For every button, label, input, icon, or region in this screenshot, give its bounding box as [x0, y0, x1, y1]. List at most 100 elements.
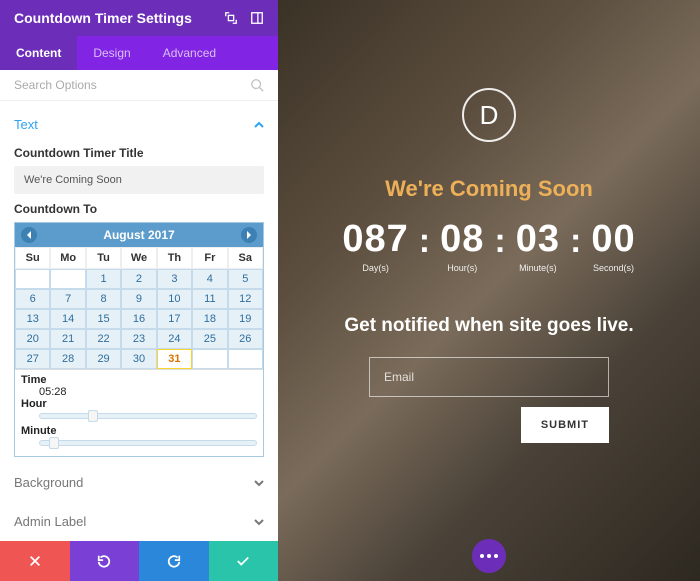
minute-label: Minute: [21, 425, 257, 437]
calendar-day[interactable]: 4: [192, 269, 227, 289]
calendar-day-header: Sa: [228, 247, 263, 269]
logo: D: [462, 88, 516, 142]
section-admin-label: Admin Label: [14, 514, 86, 529]
section-admin-header[interactable]: Admin Label: [14, 508, 264, 535]
calendar-day-header: Mo: [50, 247, 85, 269]
calendar-day[interactable]: 28: [50, 349, 85, 369]
calendar-day[interactable]: 10: [157, 289, 192, 309]
preview-pane: D We're Coming Soon 087Day(s) : 08Hour(s…: [278, 0, 700, 581]
calendar-day-header: Th: [157, 247, 192, 269]
chevron-up-icon: [254, 120, 264, 130]
calendar-day[interactable]: 16: [121, 309, 156, 329]
countdown: 087Day(s) : 08Hour(s) : 03Minute(s) : 00…: [342, 218, 635, 273]
countdown-minutes: 03Minute(s): [516, 218, 560, 273]
calendar-day[interactable]: 17: [157, 309, 192, 329]
calendar-day[interactable]: 24: [157, 329, 192, 349]
search-row: [0, 70, 278, 101]
calendar-day[interactable]: 18: [192, 309, 227, 329]
time-block: Time 05:28 Hour Minute: [15, 369, 263, 456]
calendar-day-prev: [50, 269, 85, 289]
countdown-seconds: 00Second(s): [591, 218, 635, 273]
calendar-day[interactable]: 19: [228, 309, 263, 329]
calendar-day[interactable]: 26: [228, 329, 263, 349]
search-input[interactable]: [14, 78, 250, 92]
undo-button[interactable]: [70, 541, 140, 581]
calendar-day-header: We: [121, 247, 156, 269]
calendar-day-header: Su: [15, 247, 50, 269]
calendar-prev-button[interactable]: [21, 227, 37, 243]
calendar-day[interactable]: 3: [157, 269, 192, 289]
calendar-day[interactable]: 31: [157, 349, 192, 369]
calendar-day[interactable]: 6: [15, 289, 50, 309]
calendar-day[interactable]: 9: [121, 289, 156, 309]
notify-text: Get notified when site goes live.: [344, 315, 633, 337]
hour-label: Hour: [21, 398, 257, 410]
cancel-button[interactable]: [0, 541, 70, 581]
calendar-day[interactable]: 8: [86, 289, 121, 309]
countdown-sep: :: [570, 218, 581, 261]
hour-slider[interactable]: [39, 413, 257, 419]
calendar-day-header: Tu: [86, 247, 121, 269]
calendar-next-button[interactable]: [241, 227, 257, 243]
chevron-down-icon: [254, 478, 264, 488]
calendar-day[interactable]: 12: [228, 289, 263, 309]
calendar-day-next: [228, 349, 263, 369]
calendar-day-prev: [15, 269, 50, 289]
dock-icon[interactable]: [250, 11, 264, 25]
countdown-sep: :: [494, 218, 505, 261]
panel-header: Countdown Timer Settings: [0, 0, 278, 36]
calendar-day[interactable]: 1: [86, 269, 121, 289]
calendar-day[interactable]: 2: [121, 269, 156, 289]
panel-content: Text Countdown Timer Title Countdown To …: [0, 101, 278, 541]
countdown-sep: :: [419, 218, 430, 261]
section-text-label: Text: [14, 117, 38, 132]
settings-panel: Countdown Timer Settings Content Design …: [0, 0, 278, 581]
tabs: Content Design Advanced: [0, 36, 278, 70]
calendar-day[interactable]: 13: [15, 309, 50, 329]
countdown-to-label: Countdown To: [14, 202, 264, 216]
calendar-month: August 2017: [103, 228, 174, 242]
calendar-day[interactable]: 5: [228, 269, 263, 289]
time-value: 05:28: [21, 386, 257, 398]
expand-icon[interactable]: [224, 11, 238, 25]
calendar-day[interactable]: 20: [15, 329, 50, 349]
email-field[interactable]: [369, 357, 609, 397]
calendar-header: August 2017: [15, 223, 263, 247]
calendar-day[interactable]: 27: [15, 349, 50, 369]
calendar-day[interactable]: 25: [192, 329, 227, 349]
calendar-day[interactable]: 15: [86, 309, 121, 329]
calendar-day[interactable]: 23: [121, 329, 156, 349]
chevron-down-icon: [254, 517, 264, 527]
calendar-day[interactable]: 22: [86, 329, 121, 349]
tab-advanced[interactable]: Advanced: [147, 36, 232, 70]
calendar: August 2017 SuMoTuWeThFrSa12345678910111…: [14, 222, 264, 457]
minute-slider[interactable]: [39, 440, 257, 446]
calendar-day[interactable]: 7: [50, 289, 85, 309]
calendar-day-next: [192, 349, 227, 369]
tab-design[interactable]: Design: [77, 36, 146, 70]
preview-title: We're Coming Soon: [385, 176, 593, 202]
calendar-day[interactable]: 21: [50, 329, 85, 349]
calendar-day[interactable]: 30: [121, 349, 156, 369]
save-button[interactable]: [209, 541, 279, 581]
time-label: Time: [21, 374, 257, 386]
calendar-grid: SuMoTuWeThFrSa12345678910111213141516171…: [15, 247, 263, 369]
tab-content[interactable]: Content: [0, 36, 77, 70]
timer-title-input[interactable]: [14, 166, 264, 194]
calendar-day-header: Fr: [192, 247, 227, 269]
search-icon[interactable]: [250, 78, 264, 92]
footer-actions: [0, 541, 278, 581]
countdown-days: 087Day(s): [342, 218, 408, 273]
submit-button[interactable]: SUBMIT: [521, 407, 609, 443]
calendar-day[interactable]: 11: [192, 289, 227, 309]
redo-button[interactable]: [139, 541, 209, 581]
section-text-header[interactable]: Text: [14, 111, 264, 138]
calendar-day[interactable]: 29: [86, 349, 121, 369]
countdown-hours: 08Hour(s): [440, 218, 484, 273]
fab-menu[interactable]: [472, 539, 506, 573]
section-background-header[interactable]: Background: [14, 469, 264, 496]
panel-title: Countdown Timer Settings: [14, 10, 192, 26]
calendar-day[interactable]: 14: [50, 309, 85, 329]
timer-title-label: Countdown Timer Title: [14, 146, 264, 160]
section-background-label: Background: [14, 475, 83, 490]
